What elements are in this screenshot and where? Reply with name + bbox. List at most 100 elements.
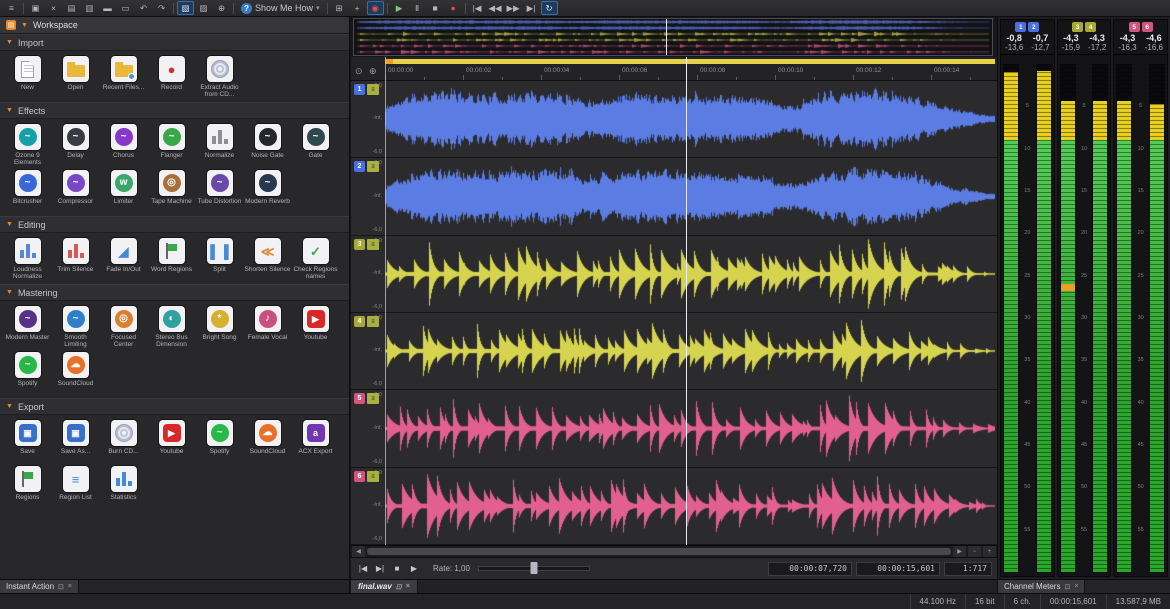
action-save-as[interactable]: ▣Save As... [52,417,99,463]
zoom-out-button[interactable]: − [968,546,981,557]
action-limiter[interactable]: wLimiter [100,167,147,213]
collapse-chevron-icon[interactable]: ▼ [6,221,13,228]
action-youtube[interactable]: ▶Youtube [148,417,195,463]
workspace-toggle-button[interactable]: ▧ [177,1,194,15]
close-icon[interactable]: × [68,583,72,590]
action-trim-silence[interactable]: Trim Silence [52,235,99,281]
waveform-channel-3[interactable] [385,236,995,312]
show-me-how-button[interactable]: ?Show Me How▾ [237,1,324,15]
action-record[interactable]: ●Record [148,53,195,99]
action-delay[interactable]: ~Delay [52,121,99,167]
channel-menu-button[interactable]: ≡ [367,393,379,404]
track-5[interactable]: 5≡-6,0-Inf,-6,0 [351,390,997,468]
action-tube-distortion[interactable]: ~Tube Distortion [196,167,243,213]
loop-region-bar[interactable] [385,59,995,64]
fast-forward-button[interactable]: ▶▶ [505,1,522,15]
action-normalize[interactable]: Normalize [196,121,243,167]
horizontal-scrollbar[interactable]: ◀ ▶ − + [351,545,997,557]
action-recent-files[interactable]: Recent Files... [100,53,147,99]
action-shorten-silence[interactable]: ≪Shorten Silence [244,235,291,281]
action-extract-audio-from-cd[interactable]: Extract Audio from CD... [196,53,243,99]
action-tape-machine[interactable]: ◎Tape Machine [148,167,195,213]
track-4[interactable]: 4≡-6,0-Inf,-6,0 [351,313,997,390]
track-6[interactable]: 6≡-6,0-Inf,-6,0 [351,468,997,545]
action-compressor[interactable]: ~Compressor [52,167,99,213]
scroll-right-button[interactable]: ▶ [953,546,966,557]
action-fade-in-out[interactable]: ◢Fade In/Out [100,235,147,281]
track-3[interactable]: 3≡-6,0-Inf,-6,0 [351,236,997,313]
action-regions[interactable]: Regions [4,463,51,509]
action-acx-export[interactable]: aACX Export [292,417,339,463]
record-options-button[interactable]: ◉ [367,1,384,15]
section-header-effects[interactable]: ▼Effects [0,102,349,119]
float-window-icon[interactable]: ⊡ [396,583,402,591]
float-window-icon[interactable]: ⊡ [1064,583,1070,591]
rate-slider-handle[interactable] [530,562,537,574]
zoom-in-button[interactable]: + [983,546,996,557]
channel-menu-button[interactable]: ≡ [367,471,379,482]
channel-menu-button[interactable]: ≡ [367,316,379,327]
section-header-mastering[interactable]: ▼Mastering [0,284,349,301]
action-ozone-9-elements[interactable]: ~Ozone 9 Elements [4,121,51,167]
overview-canvas[interactable] [354,19,992,55]
action-spotify[interactable]: ~Spotify [196,417,243,463]
scrollbar-thumb[interactable] [367,548,951,555]
action-statistics[interactable]: Statistics [100,463,147,509]
action-chorus[interactable]: ~Chorus [100,121,147,167]
action-modern-reverb[interactable]: ~Modern Reverb [244,167,291,213]
chevron-down-icon[interactable]: ▼ [21,22,28,29]
channel-menu-button[interactable]: ≡ [367,161,379,172]
collapse-chevron-icon[interactable]: ▼ [6,403,13,410]
action-burn-cd[interactable]: Burn CD... [100,417,147,463]
section-header-export[interactable]: ▼Export [0,398,349,415]
cut-button[interactable]: × [45,1,62,15]
float-window-icon[interactable]: ⊡ [58,583,64,591]
crosshair-button[interactable]: + [349,1,366,15]
action-gate[interactable]: ~Gate [292,121,339,167]
loop-playback-button[interactable]: ↻ [541,1,558,15]
action-bright-song[interactable]: *Bright Song [196,303,243,349]
tab-channel-meters[interactable]: Channel Meters ⊡ × [998,580,1085,593]
tp-goto-start-button[interactable]: |◀ [356,562,370,576]
action-youtube[interactable]: ▶Youtube [292,303,339,349]
action-focused-center[interactable]: ◎Focused Center [100,303,147,349]
lock-icon[interactable]: ⊙ [355,66,363,77]
goto-start-button[interactable]: |◀ [469,1,486,15]
collapse-chevron-icon[interactable]: ▼ [6,39,13,46]
action-spotify[interactable]: ~Spotify [4,349,51,395]
action-word-regions[interactable]: Word Regions [148,235,195,281]
scroll-left-button[interactable]: ◀ [352,546,365,557]
action-noise-gate[interactable]: ~Noise Gate [244,121,291,167]
action-split[interactable]: ▌▐Split [196,235,243,281]
file-overview[interactable] [351,17,997,58]
section-header-import[interactable]: ▼Import [0,34,349,51]
collapse-chevron-icon[interactable]: ▼ [6,289,13,296]
loop-region-start[interactable] [385,59,393,64]
explorer-toggle-button[interactable]: ▨ [195,1,212,15]
channel-menu-button[interactable]: ≡ [367,84,379,95]
action-soundcloud[interactable]: ☁SoundCloud [244,417,291,463]
rewind-button[interactable]: ◀◀ [487,1,504,15]
pause-button[interactable]: Ⅱ [409,1,426,15]
action-check-regions-names[interactable]: ✓Check Regions names [292,235,339,281]
action-flanger[interactable]: ~Flanger [148,121,195,167]
redo-button[interactable]: ↷ [153,1,170,15]
copy-button[interactable]: ▤ [63,1,80,15]
tp-play-button[interactable]: ▶ [407,562,421,576]
menu-button[interactable]: ≡ [3,1,20,15]
action-female-vocal[interactable]: ♪Female Vocal [244,303,291,349]
waveform-channel-1[interactable] [385,81,995,157]
track-2[interactable]: 2≡-6,0-Inf,-6,0 [351,158,997,236]
collapse-chevron-icon[interactable]: ▼ [6,107,13,114]
action-stereo-bus-dimension[interactable]: ◐Stereo Bus Dimension [148,303,195,349]
track-1[interactable]: 1≡-6,0-Inf,-6,0 [351,81,997,158]
rate-slider[interactable] [478,566,590,571]
section-header-editing[interactable]: ▼Editing [0,216,349,233]
action-new[interactable]: New [4,53,51,99]
action-smooth-limiting[interactable]: ~Smooth Limiting [52,303,99,349]
play-button[interactable]: ▶ [391,1,408,15]
tp-stop-button[interactable]: ■ [390,562,404,576]
undo-button[interactable]: ↶ [135,1,152,15]
action-save[interactable]: ▣Save [4,417,51,463]
channel-menu-button[interactable]: ≡ [367,239,379,250]
